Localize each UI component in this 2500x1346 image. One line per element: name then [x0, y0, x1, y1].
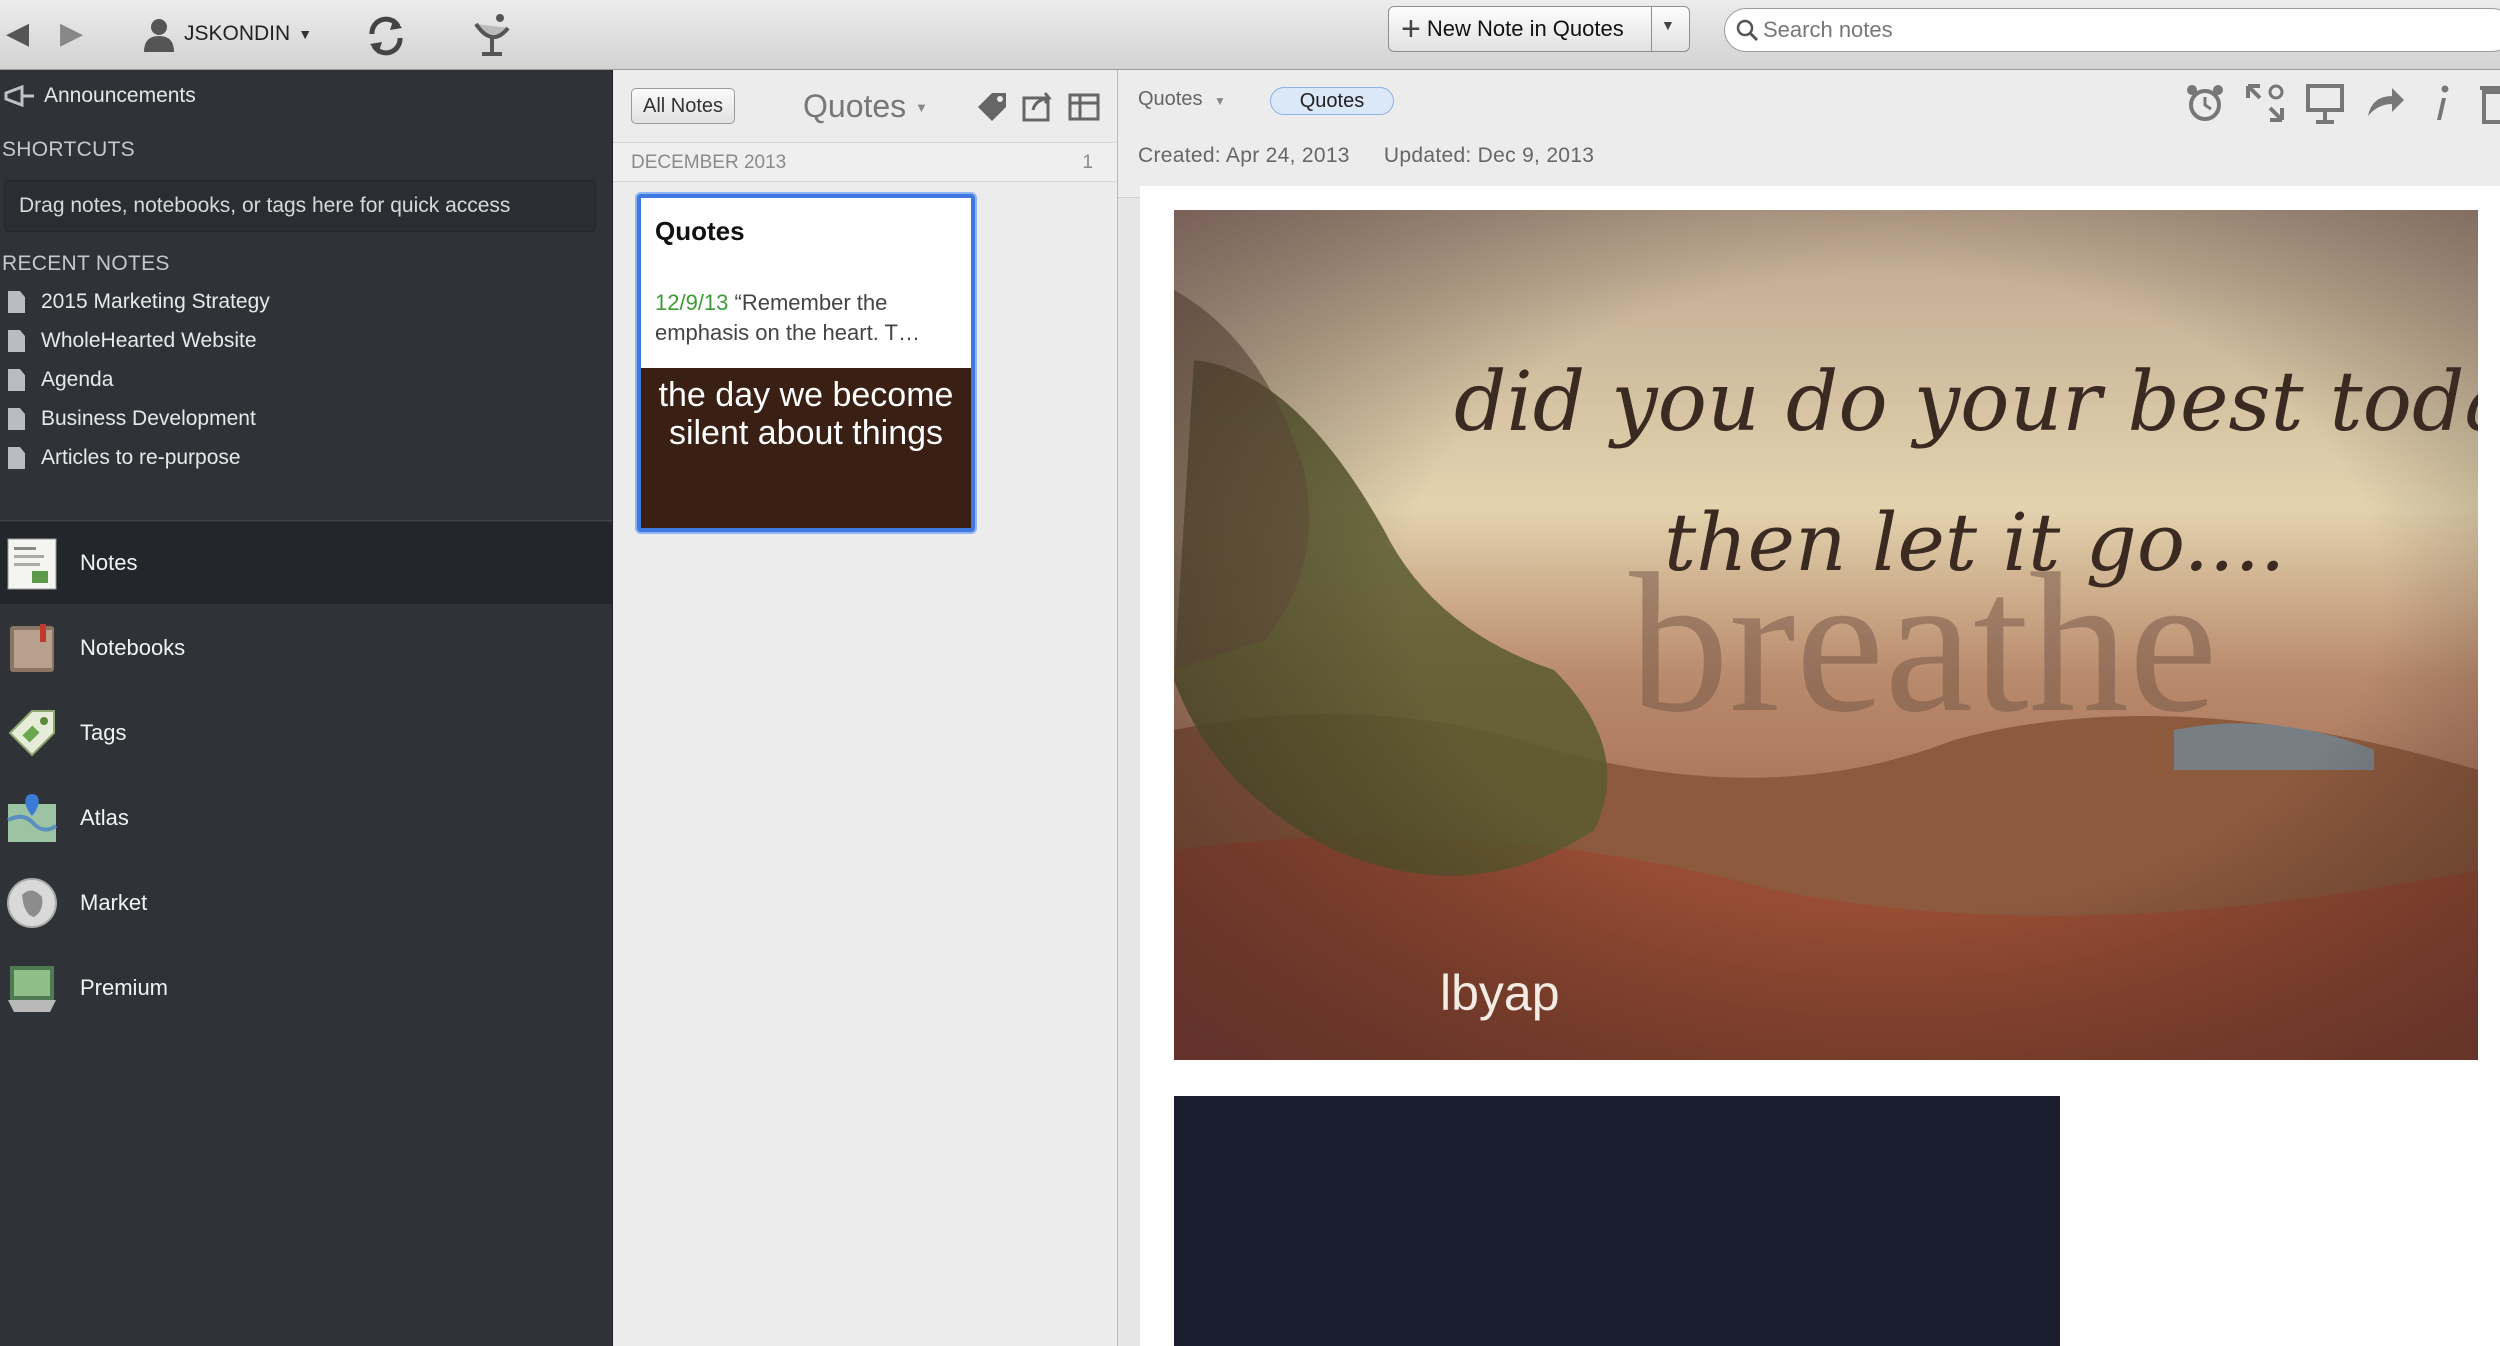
note-editor-header: Quotes ▼ Quotes Created: Apr 24, 2013 Up…	[1118, 70, 2500, 198]
sidebar-item-label: Atlas	[80, 805, 129, 830]
search-icon	[1736, 19, 1759, 42]
presentation-icon[interactable]	[2302, 80, 2348, 126]
recent-note-label: Business Development	[41, 407, 256, 430]
search-input[interactable]	[1763, 17, 2463, 43]
updated-date: Updated: Dec 9, 2013	[1383, 144, 1595, 167]
note-editor: Quotes ▼ Quotes Created: Apr 24, 2013 Up…	[1118, 70, 2500, 1346]
main-toolbar: ◀ ▶ JSKONDIN ▼ + New Note in Quotes ▼	[0, 0, 2500, 70]
sidebar-item-label: Notebooks	[80, 635, 186, 660]
activity-feed-icon[interactable]	[466, 8, 518, 62]
notebook-selector[interactable]: Quotes	[1138, 88, 1202, 111]
reminder-alarm-icon[interactable]	[2182, 80, 2228, 126]
chevron-down-icon[interactable]: ▼	[1214, 94, 1226, 108]
document-icon	[8, 447, 25, 469]
trash-icon[interactable]	[2476, 80, 2500, 126]
chevron-down-icon[interactable]: ▼	[915, 100, 928, 115]
notes-icon	[7, 538, 57, 590]
recent-note-item[interactable]: Articles to re-purpose	[0, 446, 241, 470]
forward-arrow-icon[interactable]: ▶	[60, 16, 83, 51]
sidebar-item-label: Premium	[80, 975, 169, 1000]
plus-icon: +	[1401, 10, 1421, 48]
account-menu[interactable]: JSKONDIN ▼	[142, 14, 312, 54]
sidebar-item-market[interactable]: Market	[0, 862, 612, 944]
share-arrow-icon[interactable]	[2362, 80, 2408, 126]
atlas-icon	[7, 794, 58, 842]
announcements-label: Announcements	[44, 84, 196, 107]
note-card[interactable]: Quotes 12/9/13 “Remember the emphasis on…	[637, 194, 975, 532]
document-icon	[8, 330, 25, 352]
image-signature: lbyap	[1440, 965, 1560, 1021]
created-date: Created: Apr 24, 2013	[1138, 144, 1350, 167]
tags-icon	[8, 710, 55, 757]
recent-note-item[interactable]: Agenda	[0, 368, 113, 392]
note-dates: Created: Apr 24, 2013 Updated: Dec 9, 20…	[1138, 144, 1622, 168]
sidebar-item-notes[interactable]: Notes	[0, 522, 612, 604]
sidebar-item-notebooks[interactable]: Notebooks	[0, 607, 612, 689]
note-card-title: Quotes	[655, 216, 745, 246]
notebooks-icon	[10, 624, 54, 672]
recent-note-label: Agenda	[41, 368, 114, 391]
date-group-count: 1	[1082, 152, 1093, 173]
quote-line-3: breathe	[1629, 533, 2217, 754]
document-icon	[8, 408, 25, 430]
note-list-header: All Notes Quotes ▼	[613, 70, 1117, 142]
note-list-panel: All Notes Quotes ▼ DECEMBER 2013 1 Quote…	[612, 70, 1118, 1346]
quote-photo: did you do your best today? then let it …	[1174, 210, 2478, 1060]
expand-icon[interactable]	[2242, 80, 2288, 126]
search-box[interactable]	[1724, 8, 2500, 52]
sidebar-item-premium[interactable]: Premium	[0, 947, 612, 1029]
notebook-title[interactable]: Quotes	[803, 88, 906, 125]
note-card-thumbnail: the day we become silent about things	[641, 368, 971, 528]
market-icon	[7, 878, 57, 928]
recent-note-item[interactable]: Business Development	[0, 407, 256, 431]
share-notebook-icon[interactable]	[1021, 90, 1055, 124]
announcements-item[interactable]: Announcements	[2, 84, 196, 108]
note-image-dark[interactable]	[1174, 1096, 2060, 1346]
sidebar-divider	[0, 520, 612, 521]
back-arrow-icon[interactable]: ◀	[6, 16, 29, 51]
document-icon	[8, 291, 25, 313]
recent-note-label: WholeHearted Website	[41, 329, 257, 352]
chevron-down-icon[interactable]: ▼	[1661, 17, 1675, 33]
sidebar-item-atlas[interactable]: Atlas	[0, 777, 612, 859]
new-note-button[interactable]: + New Note in Quotes ▼	[1388, 6, 1690, 52]
recent-note-label: 2015 Marketing Strategy	[41, 290, 270, 313]
button-divider	[1651, 7, 1652, 51]
shortcuts-dropzone[interactable]: Drag notes, notebooks, or tags here for …	[4, 180, 596, 232]
recent-note-item[interactable]: 2015 Marketing Strategy	[0, 290, 270, 314]
all-notes-button[interactable]: All Notes	[631, 88, 735, 124]
user-icon	[144, 19, 174, 52]
view-options-icon[interactable]	[1067, 90, 1101, 124]
recent-note-item[interactable]: WholeHearted Website	[0, 329, 257, 353]
new-note-label: New Note in Quotes	[1426, 16, 1624, 41]
sidebar-item-label: Market	[80, 890, 148, 915]
sidebar-item-tags[interactable]: Tags	[0, 692, 612, 774]
shortcuts-heading: SHORTCUTS	[2, 138, 135, 161]
username-label: JSKONDIN	[184, 22, 291, 45]
sidebar-item-label: Tags	[80, 720, 127, 745]
quote-line-1: did you do your best today?	[1454, 355, 2478, 450]
note-card-date: 12/9/13	[655, 290, 729, 315]
tag-icon[interactable]	[975, 90, 1009, 124]
sync-icon[interactable]	[360, 8, 412, 62]
recent-note-label: Articles to re-purpose	[41, 446, 241, 469]
megaphone-icon	[4, 85, 34, 107]
premium-icon	[8, 966, 56, 1012]
sidebar-item-label: Notes	[80, 550, 138, 575]
sidebar: Announcements SHORTCUTS Drag notes, note…	[0, 70, 612, 1346]
chevron-down-icon: ▼	[298, 26, 313, 42]
document-icon	[8, 369, 25, 391]
recent-notes-heading: RECENT NOTES	[2, 252, 170, 275]
tag-pill[interactable]: Quotes	[1270, 87, 1394, 115]
date-group-header: DECEMBER 2013 1	[613, 142, 1117, 182]
note-image-quote[interactable]: did you do your best today? then let it …	[1174, 210, 2478, 1060]
info-icon[interactable]	[2420, 80, 2466, 126]
date-group-label: DECEMBER 2013	[631, 152, 787, 173]
note-card-snippet: 12/9/13 “Remember the emphasis on the he…	[655, 288, 961, 348]
note-body[interactable]: did you do your best today? then let it …	[1140, 186, 2500, 1346]
